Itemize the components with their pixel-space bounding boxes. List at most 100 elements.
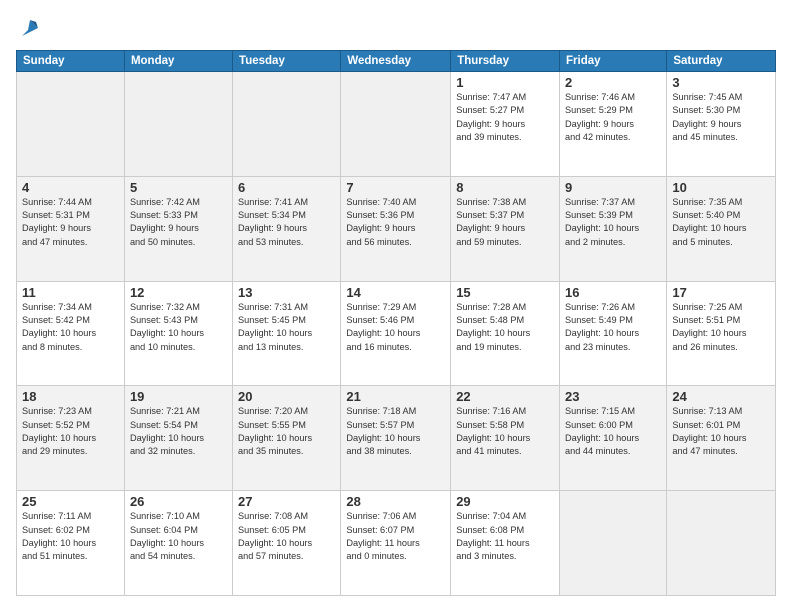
calendar-cell: 23Sunrise: 7:15 AM Sunset: 6:00 PM Dayli… — [560, 386, 667, 491]
calendar-cell: 22Sunrise: 7:16 AM Sunset: 5:58 PM Dayli… — [451, 386, 560, 491]
day-info: Sunrise: 7:28 AM Sunset: 5:48 PM Dayligh… — [456, 301, 554, 354]
day-number: 17 — [672, 285, 770, 300]
day-info: Sunrise: 7:35 AM Sunset: 5:40 PM Dayligh… — [672, 196, 770, 249]
day-info: Sunrise: 7:42 AM Sunset: 5:33 PM Dayligh… — [130, 196, 227, 249]
day-number: 19 — [130, 389, 227, 404]
day-number: 2 — [565, 75, 661, 90]
day-number: 22 — [456, 389, 554, 404]
day-number: 11 — [22, 285, 119, 300]
day-info: Sunrise: 7:34 AM Sunset: 5:42 PM Dayligh… — [22, 301, 119, 354]
logo-icon — [18, 16, 42, 40]
weekday-monday: Monday — [124, 51, 232, 72]
day-number: 9 — [565, 180, 661, 195]
calendar-cell: 17Sunrise: 7:25 AM Sunset: 5:51 PM Dayli… — [667, 281, 776, 386]
day-info: Sunrise: 7:04 AM Sunset: 6:08 PM Dayligh… — [456, 510, 554, 563]
calendar-cell: 18Sunrise: 7:23 AM Sunset: 5:52 PM Dayli… — [17, 386, 125, 491]
day-info: Sunrise: 7:32 AM Sunset: 5:43 PM Dayligh… — [130, 301, 227, 354]
week-row-4: 18Sunrise: 7:23 AM Sunset: 5:52 PM Dayli… — [17, 386, 776, 491]
day-number: 20 — [238, 389, 335, 404]
calendar-cell: 8Sunrise: 7:38 AM Sunset: 5:37 PM Daylig… — [451, 176, 560, 281]
calendar-cell: 3Sunrise: 7:45 AM Sunset: 5:30 PM Daylig… — [667, 72, 776, 177]
week-row-2: 4Sunrise: 7:44 AM Sunset: 5:31 PM Daylig… — [17, 176, 776, 281]
weekday-thursday: Thursday — [451, 51, 560, 72]
calendar-cell: 11Sunrise: 7:34 AM Sunset: 5:42 PM Dayli… — [17, 281, 125, 386]
calendar-table: SundayMondayTuesdayWednesdayThursdayFrid… — [16, 50, 776, 596]
week-row-1: 1Sunrise: 7:47 AM Sunset: 5:27 PM Daylig… — [17, 72, 776, 177]
weekday-sunday: Sunday — [17, 51, 125, 72]
calendar-cell: 25Sunrise: 7:11 AM Sunset: 6:02 PM Dayli… — [17, 491, 125, 596]
header — [16, 16, 776, 40]
day-info: Sunrise: 7:45 AM Sunset: 5:30 PM Dayligh… — [672, 91, 770, 144]
day-number: 18 — [22, 389, 119, 404]
day-info: Sunrise: 7:20 AM Sunset: 5:55 PM Dayligh… — [238, 405, 335, 458]
calendar-cell: 29Sunrise: 7:04 AM Sunset: 6:08 PM Dayli… — [451, 491, 560, 596]
day-number: 29 — [456, 494, 554, 509]
calendar-cell: 13Sunrise: 7:31 AM Sunset: 5:45 PM Dayli… — [233, 281, 341, 386]
calendar-cell: 5Sunrise: 7:42 AM Sunset: 5:33 PM Daylig… — [124, 176, 232, 281]
page: SundayMondayTuesdayWednesdayThursdayFrid… — [0, 0, 792, 612]
calendar-cell: 4Sunrise: 7:44 AM Sunset: 5:31 PM Daylig… — [17, 176, 125, 281]
day-info: Sunrise: 7:31 AM Sunset: 5:45 PM Dayligh… — [238, 301, 335, 354]
calendar-cell: 15Sunrise: 7:28 AM Sunset: 5:48 PM Dayli… — [451, 281, 560, 386]
day-info: Sunrise: 7:37 AM Sunset: 5:39 PM Dayligh… — [565, 196, 661, 249]
day-number: 5 — [130, 180, 227, 195]
calendar-cell — [341, 72, 451, 177]
day-info: Sunrise: 7:13 AM Sunset: 6:01 PM Dayligh… — [672, 405, 770, 458]
day-number: 6 — [238, 180, 335, 195]
day-info: Sunrise: 7:23 AM Sunset: 5:52 PM Dayligh… — [22, 405, 119, 458]
weekday-header-row: SundayMondayTuesdayWednesdayThursdayFrid… — [17, 51, 776, 72]
day-info: Sunrise: 7:21 AM Sunset: 5:54 PM Dayligh… — [130, 405, 227, 458]
day-info: Sunrise: 7:15 AM Sunset: 6:00 PM Dayligh… — [565, 405, 661, 458]
day-number: 16 — [565, 285, 661, 300]
day-info: Sunrise: 7:18 AM Sunset: 5:57 PM Dayligh… — [346, 405, 445, 458]
day-number: 12 — [130, 285, 227, 300]
day-number: 7 — [346, 180, 445, 195]
week-row-5: 25Sunrise: 7:11 AM Sunset: 6:02 PM Dayli… — [17, 491, 776, 596]
day-number: 27 — [238, 494, 335, 509]
calendar-cell: 16Sunrise: 7:26 AM Sunset: 5:49 PM Dayli… — [560, 281, 667, 386]
day-number: 28 — [346, 494, 445, 509]
day-number: 13 — [238, 285, 335, 300]
day-number: 21 — [346, 389, 445, 404]
day-info: Sunrise: 7:25 AM Sunset: 5:51 PM Dayligh… — [672, 301, 770, 354]
day-info: Sunrise: 7:40 AM Sunset: 5:36 PM Dayligh… — [346, 196, 445, 249]
day-number: 15 — [456, 285, 554, 300]
day-number: 3 — [672, 75, 770, 90]
calendar-cell: 21Sunrise: 7:18 AM Sunset: 5:57 PM Dayli… — [341, 386, 451, 491]
calendar-cell: 10Sunrise: 7:35 AM Sunset: 5:40 PM Dayli… — [667, 176, 776, 281]
calendar-cell: 14Sunrise: 7:29 AM Sunset: 5:46 PM Dayli… — [341, 281, 451, 386]
day-number: 25 — [22, 494, 119, 509]
calendar-cell: 27Sunrise: 7:08 AM Sunset: 6:05 PM Dayli… — [233, 491, 341, 596]
calendar-cell: 28Sunrise: 7:06 AM Sunset: 6:07 PM Dayli… — [341, 491, 451, 596]
calendar-cell — [560, 491, 667, 596]
calendar-cell: 24Sunrise: 7:13 AM Sunset: 6:01 PM Dayli… — [667, 386, 776, 491]
calendar-cell: 1Sunrise: 7:47 AM Sunset: 5:27 PM Daylig… — [451, 72, 560, 177]
day-number: 26 — [130, 494, 227, 509]
weekday-tuesday: Tuesday — [233, 51, 341, 72]
day-info: Sunrise: 7:26 AM Sunset: 5:49 PM Dayligh… — [565, 301, 661, 354]
day-number: 1 — [456, 75, 554, 90]
calendar-cell: 12Sunrise: 7:32 AM Sunset: 5:43 PM Dayli… — [124, 281, 232, 386]
calendar-cell — [667, 491, 776, 596]
calendar-cell — [17, 72, 125, 177]
day-info: Sunrise: 7:41 AM Sunset: 5:34 PM Dayligh… — [238, 196, 335, 249]
calendar-cell: 26Sunrise: 7:10 AM Sunset: 6:04 PM Dayli… — [124, 491, 232, 596]
calendar-cell: 19Sunrise: 7:21 AM Sunset: 5:54 PM Dayli… — [124, 386, 232, 491]
calendar-cell: 2Sunrise: 7:46 AM Sunset: 5:29 PM Daylig… — [560, 72, 667, 177]
weekday-friday: Friday — [560, 51, 667, 72]
calendar-cell: 9Sunrise: 7:37 AM Sunset: 5:39 PM Daylig… — [560, 176, 667, 281]
day-info: Sunrise: 7:06 AM Sunset: 6:07 PM Dayligh… — [346, 510, 445, 563]
day-info: Sunrise: 7:16 AM Sunset: 5:58 PM Dayligh… — [456, 405, 554, 458]
day-info: Sunrise: 7:11 AM Sunset: 6:02 PM Dayligh… — [22, 510, 119, 563]
day-number: 4 — [22, 180, 119, 195]
day-number: 23 — [565, 389, 661, 404]
day-number: 10 — [672, 180, 770, 195]
calendar-cell — [124, 72, 232, 177]
weekday-saturday: Saturday — [667, 51, 776, 72]
day-info: Sunrise: 7:10 AM Sunset: 6:04 PM Dayligh… — [130, 510, 227, 563]
day-number: 14 — [346, 285, 445, 300]
day-info: Sunrise: 7:38 AM Sunset: 5:37 PM Dayligh… — [456, 196, 554, 249]
day-info: Sunrise: 7:29 AM Sunset: 5:46 PM Dayligh… — [346, 301, 445, 354]
weekday-wednesday: Wednesday — [341, 51, 451, 72]
calendar-cell: 6Sunrise: 7:41 AM Sunset: 5:34 PM Daylig… — [233, 176, 341, 281]
